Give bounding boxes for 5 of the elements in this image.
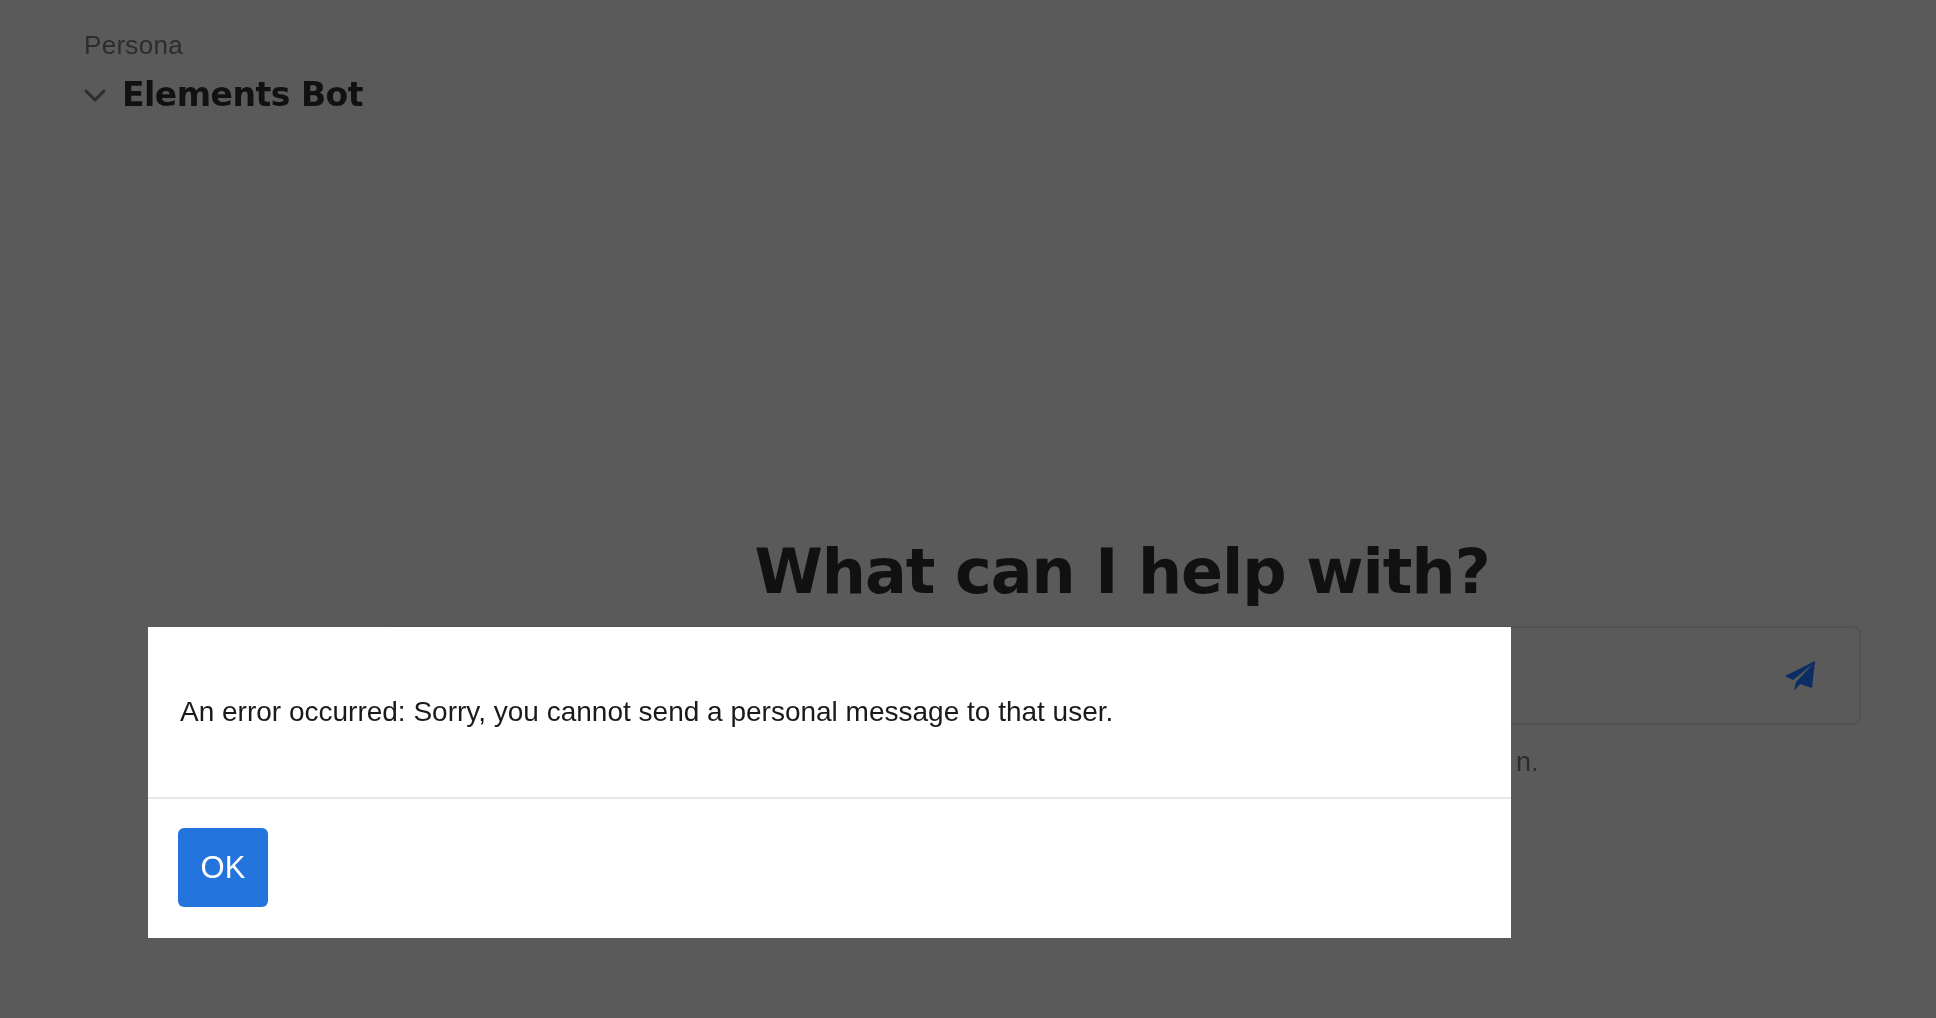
error-message: An error occurred: Sorry, you cannot send a personal message to that user. xyxy=(180,696,1114,728)
heading: What can I help with? xyxy=(753,534,1491,610)
ok-button[interactable]: OK xyxy=(178,828,268,907)
persona-name[interactable]: Elements Bot xyxy=(122,75,363,114)
send-icon[interactable] xyxy=(1783,658,1817,693)
